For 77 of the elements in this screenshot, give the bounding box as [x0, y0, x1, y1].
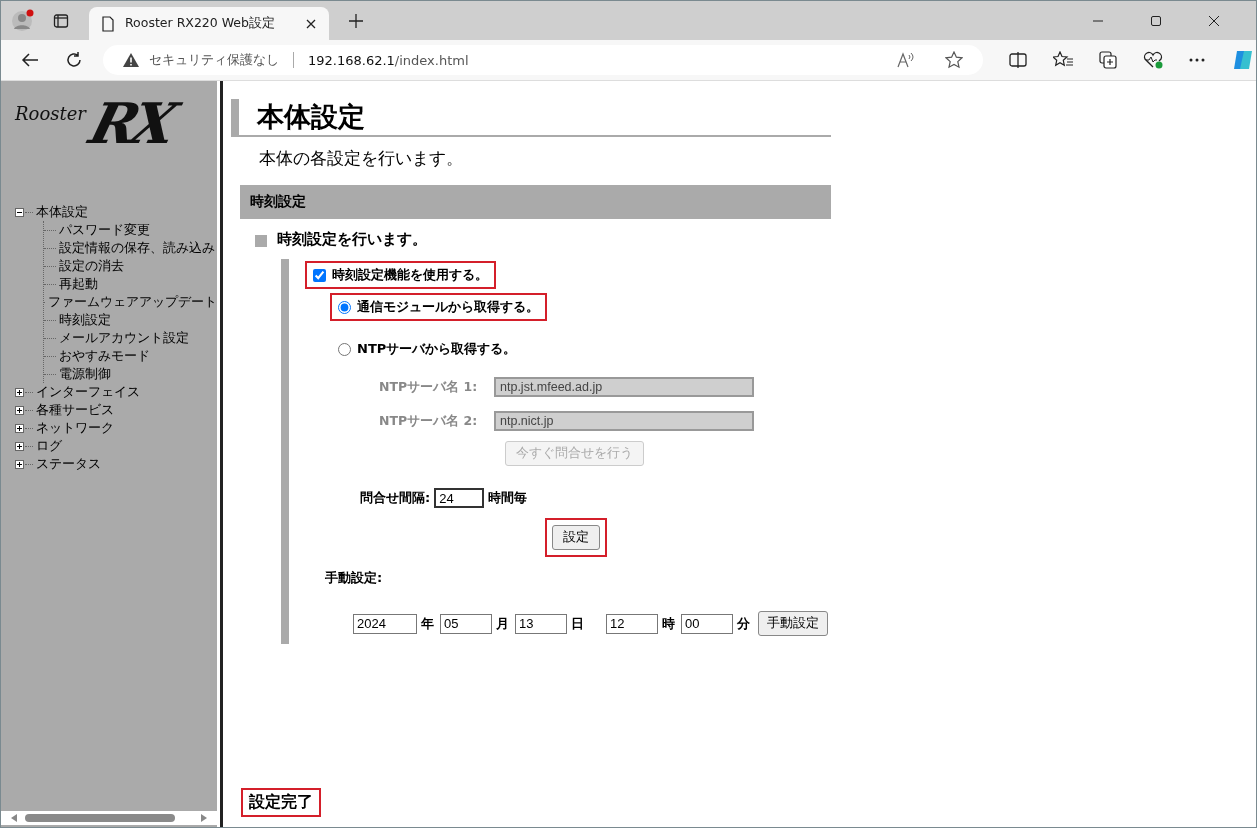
- nav-item[interactable]: ファームウェアアップデート: [48, 293, 217, 311]
- expand-icon[interactable]: [15, 423, 24, 433]
- refresh-icon[interactable]: [65, 51, 83, 69]
- bullet-icon: [255, 235, 267, 247]
- nav-item[interactable]: 設定情報の保存、読み込み: [59, 239, 215, 257]
- option-row[interactable]: NTPサーバから取得する。: [330, 335, 525, 363]
- unit-label: 年: [421, 614, 434, 633]
- input-field[interactable]: 2024: [353, 613, 417, 634]
- profile-icon[interactable]: [11, 8, 35, 33]
- address-bar[interactable]: セキュリティ保護なし 192.168.62.1/index.html: [103, 45, 983, 75]
- field-label: NTPサーバ名 1:: [379, 378, 479, 396]
- page-subtitle: 本体の各設定を行います。: [259, 147, 464, 170]
- nav-item[interactable]: 電源制御: [59, 365, 111, 383]
- unit-label: 分: [737, 614, 750, 633]
- unit-label: 時間毎: [488, 489, 528, 507]
- nav-item[interactable]: 各種サービス: [36, 401, 114, 419]
- input-field[interactable]: 13: [515, 613, 567, 634]
- manual-set-button[interactable]: 手動設定: [758, 611, 828, 636]
- collections-icon[interactable]: [1099, 51, 1117, 69]
- unit-label: 時: [662, 614, 675, 633]
- new-tab-icon[interactable]: [349, 13, 363, 28]
- health-icon[interactable]: [1143, 51, 1163, 69]
- right-arrow-icon[interactable]: [201, 814, 207, 822]
- browser-tab[interactable]: Rooster RX220 Web設定: [89, 7, 329, 40]
- unit-label: 月: [496, 614, 509, 633]
- nav-item[interactable]: おやすみモード: [59, 347, 150, 365]
- nav-item[interactable]: 本体設定: [36, 203, 88, 221]
- nav-item[interactable]: 時刻設定: [59, 311, 111, 329]
- nav-item[interactable]: ステータス: [36, 455, 101, 473]
- nav-item[interactable]: パスワード変更: [59, 221, 150, 239]
- scrollbar-thumb[interactable]: [25, 814, 175, 822]
- nav-item[interactable]: ログ: [36, 437, 62, 455]
- expand-icon[interactable]: [15, 387, 24, 397]
- status-text: 設定完了: [241, 788, 321, 817]
- input-field[interactable]: 05: [440, 613, 492, 634]
- split-screen-icon[interactable]: [1009, 52, 1027, 68]
- copilot-icon[interactable]: [1231, 48, 1255, 72]
- unit-label: 日: [571, 614, 584, 633]
- close-icon[interactable]: [305, 17, 317, 30]
- radio-button[interactable]: [338, 300, 351, 314]
- nav-item[interactable]: 再起動: [59, 275, 98, 293]
- field-label: 問合せ間隔:: [360, 489, 431, 507]
- expand-icon[interactable]: [15, 441, 24, 451]
- tab-panel-icon[interactable]: [53, 12, 69, 29]
- input-field[interactable]: 00: [681, 613, 733, 634]
- checkbox[interactable]: [313, 268, 326, 282]
- security-label: セキュリティ保護なし: [149, 51, 279, 69]
- radio-button[interactable]: [338, 342, 351, 356]
- tab-title: Rooster RX220 Web設定: [125, 15, 276, 32]
- page-title: 本体設定: [257, 100, 365, 134]
- nav-item[interactable]: インターフェイス: [36, 383, 140, 401]
- input-field[interactable]: 24: [434, 488, 485, 508]
- section-label: 手動設定:: [325, 569, 384, 587]
- nav-item[interactable]: メールアカウント設定: [59, 329, 189, 347]
- section-title: 時刻設定: [240, 185, 831, 219]
- left-arrow-icon[interactable]: [11, 814, 17, 822]
- scrollbar[interactable]: [1, 811, 217, 825]
- expand-icon[interactable]: [15, 459, 24, 469]
- collapse-icon[interactable]: [15, 207, 24, 217]
- set-button[interactable]: 設定: [552, 525, 600, 550]
- read-aloud-icon[interactable]: [897, 52, 915, 68]
- nav-item[interactable]: 設定の消去: [59, 257, 124, 275]
- more-icon[interactable]: [1189, 58, 1205, 62]
- radio-label: NTPサーバから取得する。: [357, 340, 517, 358]
- input-field[interactable]: 12: [606, 613, 658, 634]
- nav-item[interactable]: ネットワーク: [36, 419, 114, 437]
- section-note: 時刻設定を行います。: [277, 230, 427, 249]
- field-label: NTPサーバ名 2:: [379, 412, 479, 430]
- warning-icon: [123, 53, 139, 67]
- favorites-icon[interactable]: [1053, 51, 1073, 69]
- url-text: 192.168.62.1/index.html: [308, 52, 469, 68]
- star-icon[interactable]: [945, 51, 963, 69]
- checkbox-label: 時刻設定機能を使用する。: [332, 266, 488, 284]
- expand-icon[interactable]: [15, 405, 24, 415]
- page-icon: [101, 15, 115, 32]
- back-icon[interactable]: [21, 52, 39, 68]
- radio-label: 通信モジュールから取得する。: [357, 298, 539, 316]
